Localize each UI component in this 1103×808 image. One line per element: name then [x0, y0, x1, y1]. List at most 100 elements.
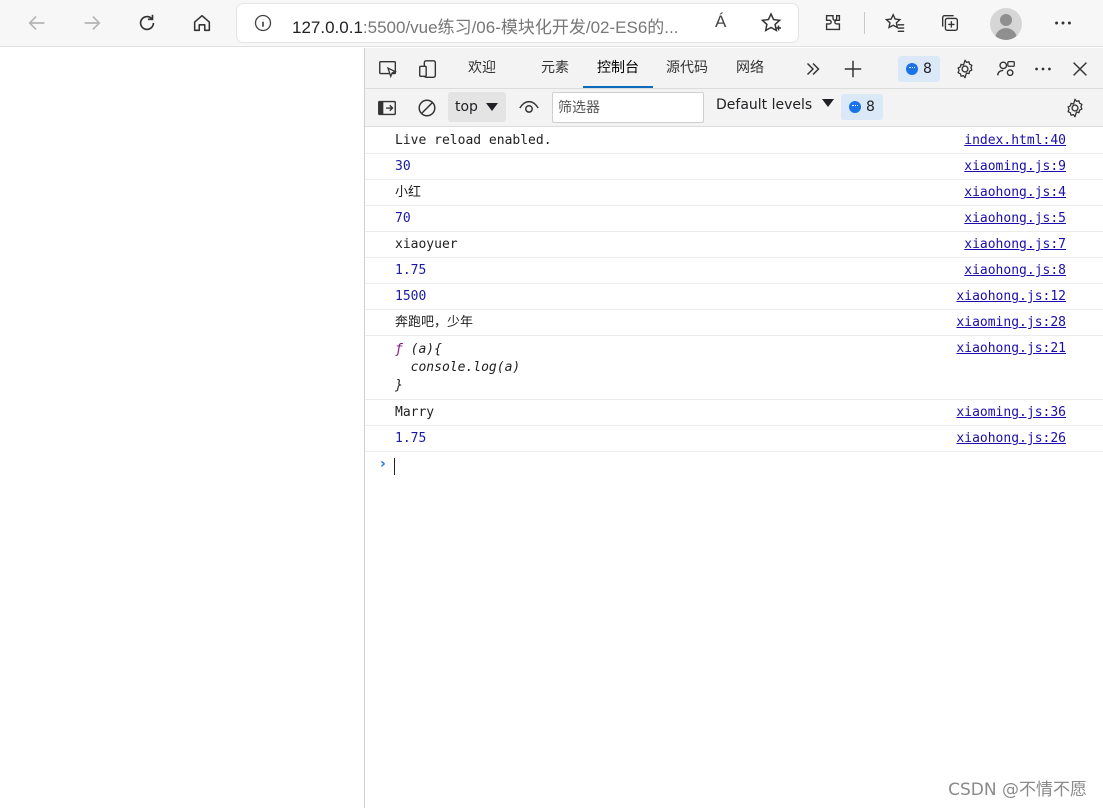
chevron-down-icon — [486, 103, 498, 111]
console-row: 1500 xiaohong.js:12 — [365, 284, 1103, 310]
function-line: (a){ — [402, 342, 442, 357]
forward-button[interactable] — [75, 6, 109, 40]
customize-button[interactable] — [994, 57, 1018, 81]
more-menu-button[interactable] — [1046, 6, 1080, 40]
function-line: } — [395, 378, 403, 393]
source-link[interactable]: xiaoming.js:36 — [956, 405, 1066, 421]
console-row: xiaoyuer xiaohong.js:7 — [365, 232, 1103, 258]
devtools-panel: 欢迎 元素 控制台 源代码 网络 8 top 筛选器 Default level… — [365, 48, 1103, 808]
chevron-double-right-icon — [806, 62, 820, 76]
home-icon — [193, 14, 211, 32]
console-row: 70 xiaohong.js:5 — [365, 206, 1103, 232]
context-selector[interactable]: top — [448, 92, 506, 122]
puzzle-icon — [825, 14, 841, 31]
address-host: 127.0.0.1 — [292, 18, 363, 37]
tab-sources[interactable]: 源代码 — [657, 48, 717, 88]
console-row: 1.75 xiaohong.js:26 — [365, 426, 1103, 452]
favorites-button[interactable] — [878, 6, 912, 40]
console-message: Live reload enabled. — [395, 133, 552, 148]
text-caret — [394, 458, 395, 475]
toggle-sidebar-button[interactable] — [375, 96, 399, 120]
gear-icon — [957, 59, 973, 79]
close-icon — [1073, 62, 1087, 76]
device-icon — [419, 60, 437, 78]
toolbar-divider — [864, 12, 865, 34]
tab-console[interactable]: 控制台 — [583, 48, 653, 88]
issues-badge[interactable]: 8 — [898, 56, 940, 82]
star-add-icon[interactable] — [759, 11, 783, 35]
info-icon[interactable] — [253, 13, 273, 33]
source-link[interactable]: xiaohong.js:8 — [964, 263, 1066, 279]
avatar-body — [995, 28, 1017, 40]
log-levels-dropdown[interactable]: Default levels — [716, 97, 835, 113]
plus-icon — [844, 60, 862, 78]
source-link[interactable]: xiaohong.js:26 — [956, 431, 1066, 447]
log-levels-label: Default levels — [716, 97, 813, 113]
refresh-icon — [139, 14, 155, 31]
console-message: 小红 — [395, 185, 422, 200]
issues-count: 8 — [923, 61, 932, 77]
eye-icon — [519, 100, 539, 113]
collections-button[interactable] — [933, 6, 967, 40]
source-link[interactable]: xiaohong.js:5 — [964, 211, 1066, 227]
console-row: 30 xiaoming.js:9 — [365, 154, 1103, 180]
console-row: Marry xiaoming.js:36 — [365, 400, 1103, 426]
message-bubble-icon — [849, 101, 862, 113]
watermark: CSDN @不情不愿 — [948, 780, 1087, 800]
source-link[interactable]: xiaoming.js:9 — [964, 159, 1066, 175]
console-row-function[interactable]: ƒ (a){ console.log(a) } xiaohong.js:21 — [365, 336, 1103, 400]
clear-console-button[interactable] — [415, 96, 439, 120]
ellipsis-icon — [1035, 67, 1051, 71]
live-expression-button[interactable] — [517, 96, 541, 120]
source-link[interactable]: index.html:40 — [964, 133, 1066, 149]
console-message: 1.75 — [395, 263, 427, 278]
source-link[interactable]: xiaohong.js:12 — [956, 289, 1066, 305]
read-aloud-icon[interactable]: Á — [715, 12, 726, 32]
home-button[interactable] — [185, 6, 219, 40]
console-toolbar: top Default levels 8 — [365, 89, 1103, 127]
arrow-left-icon — [28, 15, 45, 31]
close-devtools-button[interactable] — [1068, 57, 1092, 81]
browser-toolbar: 127.0.0.1:5500/vue练习/06-模块化开发/02-ES6的...… — [0, 0, 1103, 47]
add-tab-button[interactable] — [841, 57, 865, 81]
context-value: top — [455, 99, 478, 115]
tab-network[interactable]: 网络 — [725, 48, 775, 88]
settings-button[interactable] — [953, 57, 977, 81]
back-button[interactable] — [20, 6, 54, 40]
page-content — [0, 48, 365, 808]
more-tabs-button[interactable] — [801, 57, 825, 81]
console-message: 70 — [395, 211, 411, 226]
console-row: 1.75 xiaohong.js:8 — [365, 258, 1103, 284]
message-bubble-icon — [906, 63, 919, 75]
tab-elements[interactable]: 元素 — [530, 48, 580, 88]
ellipsis-icon — [1055, 21, 1071, 25]
devtools-tabbar: 欢迎 元素 控制台 源代码 网络 8 — [365, 48, 1103, 89]
address-bar[interactable]: 127.0.0.1:5500/vue练习/06-模块化开发/02-ES6的...… — [237, 4, 798, 42]
gear-icon — [1067, 98, 1083, 118]
console-log: Live reload enabled. index.html:40 30 xi… — [365, 128, 1103, 480]
console-prompt[interactable]: › — [365, 452, 1103, 480]
inspect-element-button[interactable] — [376, 57, 400, 81]
source-link[interactable]: xiaohong.js:21 — [956, 341, 1066, 357]
messages-count: 8 — [866, 99, 875, 115]
people-gear-icon — [997, 61, 1015, 77]
source-link[interactable]: xiaohong.js:7 — [964, 237, 1066, 253]
source-link[interactable]: xiaohong.js:4 — [964, 185, 1066, 201]
extensions-button[interactable] — [816, 6, 850, 40]
messages-badge[interactable]: 8 — [841, 94, 883, 120]
tab-welcome[interactable]: 欢迎 — [457, 48, 507, 88]
address-url[interactable]: 127.0.0.1:5500/vue练习/06-模块化开发/02-ES6的... — [292, 13, 697, 38]
address-path: :5500/vue练习/06-模块化开发/02-ES6的... — [362, 18, 679, 37]
console-message: 奔跑吧，少年 — [395, 315, 474, 330]
filter-input[interactable] — [552, 92, 704, 123]
clear-icon — [418, 99, 436, 117]
console-settings-button[interactable] — [1063, 96, 1087, 120]
console-message: 30 — [395, 159, 411, 174]
refresh-button[interactable] — [130, 6, 164, 40]
console-row: 小红 xiaohong.js:4 — [365, 180, 1103, 206]
source-link[interactable]: xiaoming.js:28 — [956, 315, 1066, 331]
console-row: 奔跑吧，少年 xiaoming.js:28 — [365, 310, 1103, 336]
devtools-more-button[interactable] — [1031, 57, 1055, 81]
profile-avatar[interactable] — [990, 8, 1022, 40]
device-emulation-button[interactable] — [416, 57, 440, 81]
